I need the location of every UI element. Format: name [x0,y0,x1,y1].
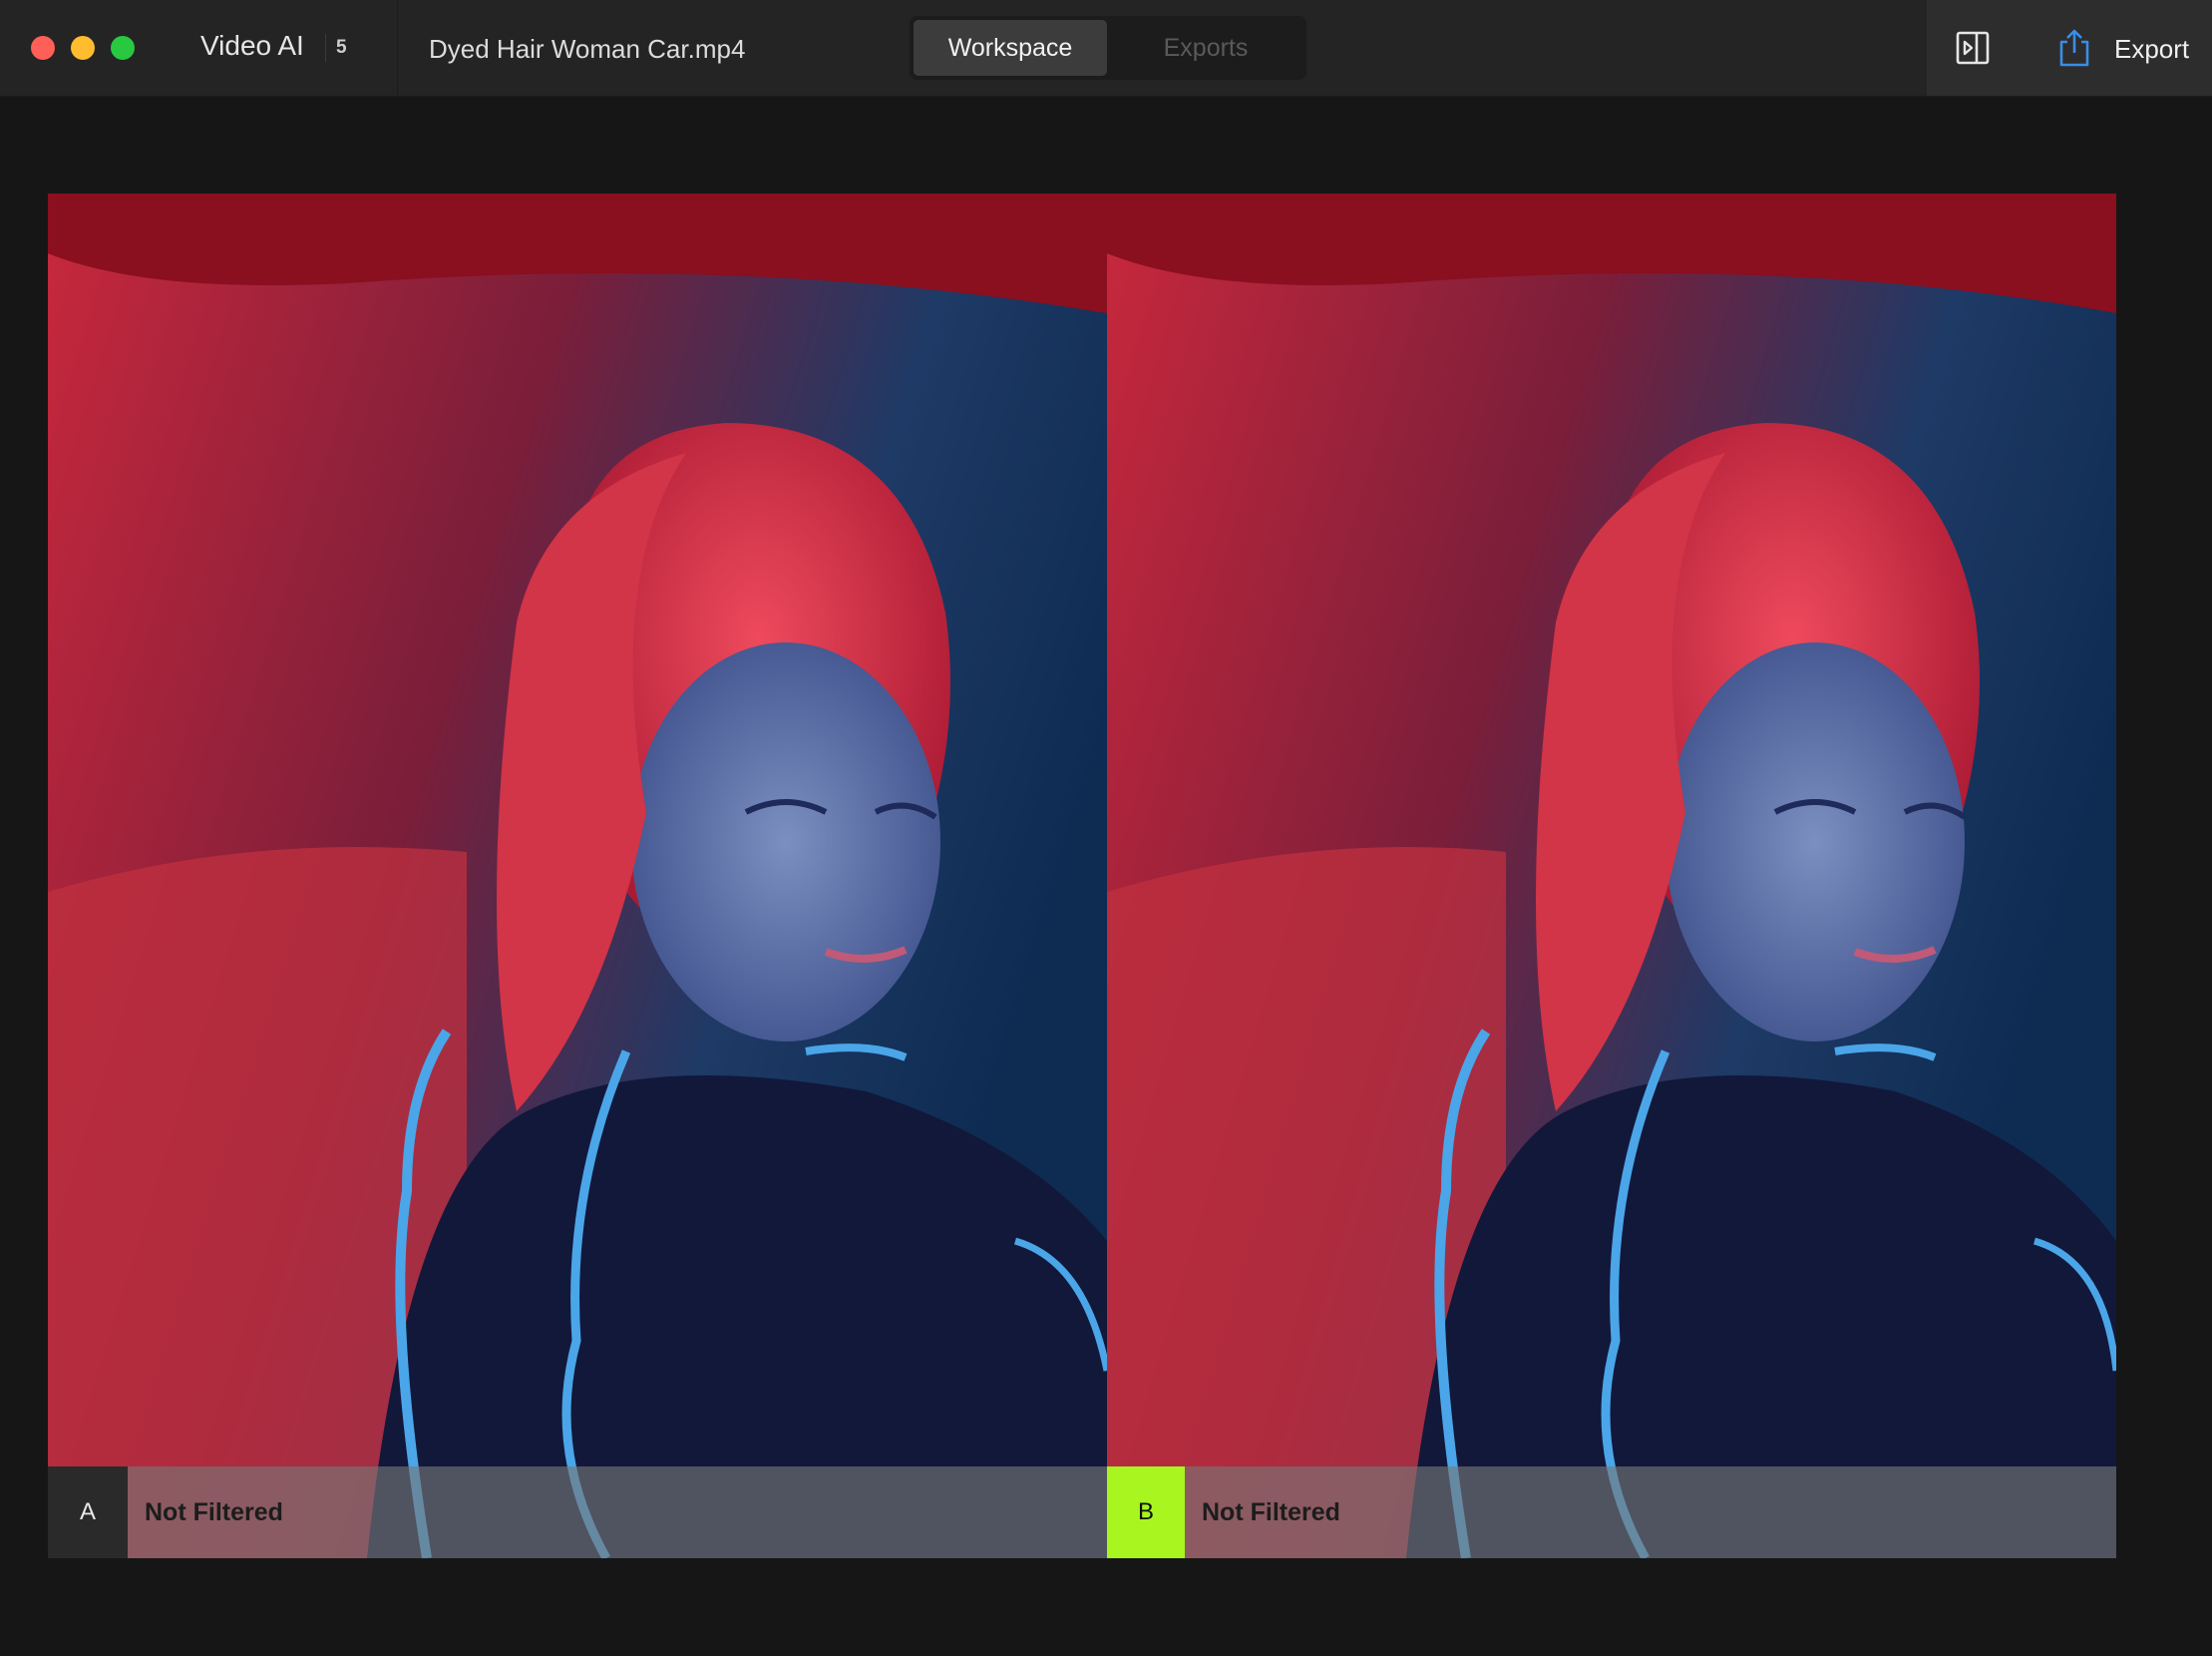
app-name: Video AI [200,30,304,61]
toolbar-right: Export [1927,0,2212,96]
preview-pane-a[interactable]: A Not Filtered [48,194,1107,1558]
tab-exports[interactable]: Exports [1109,20,1302,76]
pane-a-status: Not Filtered [145,1498,283,1526]
video-frame-b [1107,194,2116,1558]
pane-b-label-bar: B Not Filtered [1107,1466,2116,1558]
window-maximize-button[interactable] [111,36,135,60]
pane-b-status: Not Filtered [1202,1498,1340,1526]
split-view-icon[interactable] [1955,30,1991,66]
version-badge: 5 [325,34,357,62]
share-export-icon [2056,28,2092,68]
title-bar: Video AI 5 Dyed Hair Woman Car.mp4 Works… [0,0,2212,97]
pane-a-tag: A [48,1466,128,1558]
window-minimize-button[interactable] [71,36,95,60]
view-tabs: Workspace Exports [910,16,1306,80]
tab-workspace[interactable]: Workspace [914,20,1107,76]
pane-a-label-bar: A Not Filtered [48,1466,1107,1558]
pane-b-tag: B [1107,1466,1185,1558]
file-name: Dyed Hair Woman Car.mp4 [429,34,746,64]
window-close-button[interactable] [31,36,55,60]
divider [397,0,398,96]
export-label: Export [2114,34,2190,64]
video-frame-a [48,194,1107,1558]
preview-pane-b[interactable]: B Not Filtered [1107,194,2116,1558]
